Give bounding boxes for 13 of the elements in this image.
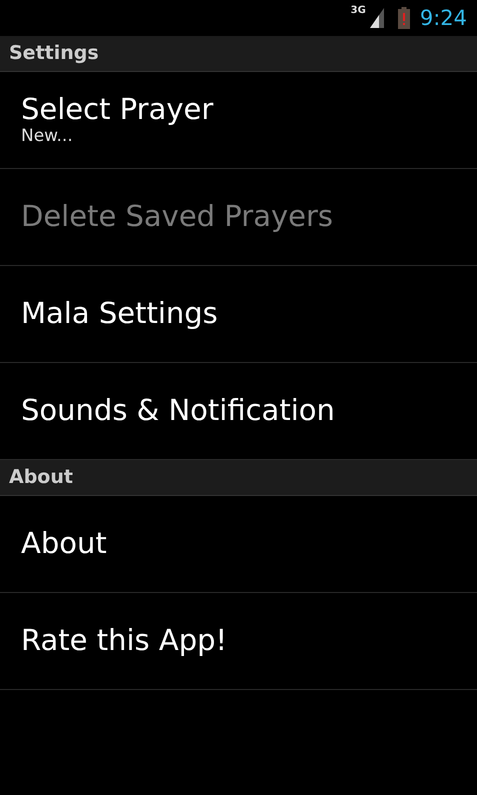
preference-title[interactable]: Sounds & Notification [21,394,335,428]
preference-title[interactable]: Rate this App! [21,624,228,658]
preference-title: Delete Saved Prayers [21,200,334,234]
section-header: About [0,460,477,496]
low-battery-icon [398,7,410,29]
signal-icon [370,8,384,28]
preference-title[interactable]: Select Prayer [21,93,214,126]
network-type-label: 3G [350,6,366,16]
preference-title[interactable]: Mala Settings [21,297,218,331]
status-time: 9:24 [420,8,467,28]
preference-summary: New... [21,126,73,147]
preference-title[interactable]: About [21,527,107,561]
section-header: Settings [0,36,477,72]
